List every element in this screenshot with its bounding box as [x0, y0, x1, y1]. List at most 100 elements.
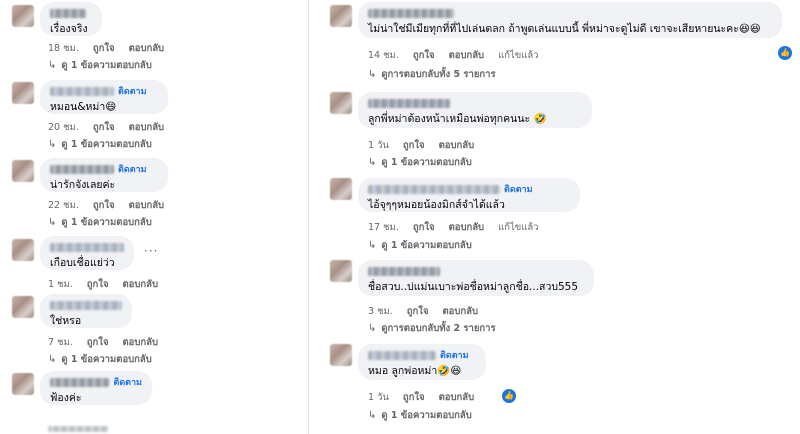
view-replies-link[interactable]: ↳ ดู 1 ข้อความตอบกลับ: [368, 408, 472, 423]
like-button[interactable]: ถูกใจ: [413, 220, 435, 235]
avatar[interactable]: [330, 178, 352, 200]
view-replies-link[interactable]: ↳ ดู 1 ข้อความตอบกลับ: [48, 352, 152, 367]
comment-time[interactable]: 1 วัน: [368, 390, 389, 405]
view-replies-label: ดู 1 ข้อความตอบกลับ: [61, 217, 152, 228]
reply-arrow-icon: ↳: [48, 60, 57, 71]
author-name[interactable]: [50, 8, 86, 18]
like-button[interactable]: ถูกใจ: [93, 198, 115, 213]
comment-time[interactable]: 22 ชม.: [48, 198, 79, 213]
reply-arrow-icon: ↳: [368, 69, 377, 80]
reply-button[interactable]: ตอบกลับ: [129, 41, 165, 56]
follow-button[interactable]: ติดตาม: [118, 162, 147, 176]
view-replies-label: ดู 1 ข้อความตอบกลับ: [61, 60, 152, 71]
like-reaction-icon[interactable]: 👍: [778, 46, 792, 60]
like-reaction-icon[interactable]: 👍: [502, 389, 516, 403]
view-replies-link[interactable]: ↳ ดู 1 ข้อความตอบกลับ: [48, 58, 152, 73]
view-replies-link[interactable]: ↳ ดู 1 ข้อความตอบกลับ: [368, 238, 472, 253]
comment-text: ไม่น่าใช่มีเมียทุกที่ที่ไปเล่นตลก ถ้าพูด…: [368, 23, 761, 35]
left-comment-column: เรื่องจริง 18 ชม. ถูกใจ ตอบกลับ ↳ ดู 1 ข…: [0, 0, 300, 434]
like-button[interactable]: ถูกใจ: [93, 120, 115, 135]
reply-button[interactable]: ตอบกลับ: [123, 277, 159, 292]
more-options-icon[interactable]: ···: [144, 244, 158, 258]
view-replies-link[interactable]: ↳ ดูการตอบกลับทั้ง 5 รายการ: [368, 67, 496, 82]
reply-button[interactable]: ตอบกลับ: [129, 198, 165, 213]
reply-arrow-icon: ↳: [48, 217, 57, 228]
reply-button[interactable]: ตอบกลับ: [449, 48, 485, 63]
comment-text: เรื่องจริง: [50, 23, 88, 35]
comment-time[interactable]: 3 ชม.: [368, 304, 393, 319]
like-button[interactable]: ถูกใจ: [403, 138, 425, 153]
author-name[interactable]: [368, 98, 450, 108]
author-name[interactable]: [368, 350, 436, 360]
comment-time[interactable]: 18 ชม.: [48, 41, 79, 56]
reply-button[interactable]: ตอบกลับ: [449, 220, 485, 235]
view-replies-label: ดู 1 ข้อความตอบกลับ: [381, 157, 472, 168]
avatar[interactable]: [12, 373, 34, 395]
follow-button[interactable]: ติดตาม: [113, 375, 142, 389]
comment-bubble: ติดตาม หมอ ลูกพ่อหม่า🤣😆: [358, 344, 486, 380]
like-button[interactable]: ถูกใจ: [87, 335, 109, 350]
view-replies-link[interactable]: ↳ ดูการตอบกลับทั้ง 2 รายการ: [368, 321, 496, 336]
like-button[interactable]: ถูกใจ: [413, 48, 435, 63]
author-name[interactable]: [50, 300, 122, 310]
author-name[interactable]: [368, 266, 440, 276]
avatar[interactable]: [330, 92, 352, 114]
avatar[interactable]: [12, 239, 34, 261]
comment-bubble: ไม่น่าใช่มีเมียทุกที่ที่ไปเล่นตลก ถ้าพูด…: [358, 2, 782, 38]
follow-button[interactable]: ติดตาม: [440, 348, 469, 362]
comment-time[interactable]: 1 วัน: [368, 138, 389, 153]
view-replies-label: ดู 1 ข้อความตอบกลับ: [381, 240, 472, 251]
view-replies-link[interactable]: ↳ ดู 1 ข้อความตอบกลับ: [48, 137, 152, 152]
like-button[interactable]: ถูกใจ: [403, 390, 425, 405]
reply-button[interactable]: ตอบกลับ: [439, 138, 475, 153]
like-button[interactable]: ถูกใจ: [407, 304, 429, 319]
view-replies-label: ดู 1 ข้อความตอบกลับ: [61, 139, 152, 150]
reply-button[interactable]: ตอบกลับ: [439, 390, 475, 405]
comment-text: เกือบเชื่อแย่ว่ว: [50, 257, 115, 269]
comment-bubble: ติดตาม ไอ้จุๆๆหมอยน้องมิกส์จำได้แล้ว: [358, 178, 580, 212]
follow-button[interactable]: ติดตาม: [504, 182, 533, 196]
comment-time[interactable]: 1 ชม.: [48, 277, 73, 292]
avatar[interactable]: [12, 82, 34, 104]
author-name[interactable]: [368, 184, 500, 194]
comment-text: หมอ ลูกพ่อหม่า🤣😆: [368, 365, 462, 377]
comment-time[interactable]: 14 ชม.: [368, 48, 399, 63]
like-button[interactable]: ถูกใจ: [87, 277, 109, 292]
avatar[interactable]: [330, 344, 352, 366]
comment-text: น่ารักจังเลยค่ะ: [50, 179, 116, 191]
reply-button[interactable]: ตอบกลับ: [443, 304, 479, 319]
comment-bubble: ติดตาม ฟ้องค่ะ: [40, 371, 152, 405]
follow-button[interactable]: ติดตาม: [118, 84, 147, 98]
view-replies-label: ดูการตอบกลับทั้ง 2 รายการ: [381, 323, 496, 334]
avatar[interactable]: [12, 296, 34, 318]
comment-bubble: เกือบเชื่อแย่ว่ว: [40, 236, 134, 270]
author-name[interactable]: [368, 8, 454, 18]
comment-text: ใช่หรอ: [50, 315, 82, 327]
cut-off-meta: [48, 426, 108, 432]
comment-text: ชื่อสวบ..บ่แม่นเบาะพ่อชื่อหม่าลูกชื่อ...…: [368, 281, 579, 293]
reply-arrow-icon: ↳: [48, 354, 57, 365]
reply-button[interactable]: ตอบกลับ: [123, 335, 159, 350]
view-replies-label: ดูการตอบกลับทั้ง 5 รายการ: [381, 69, 496, 80]
comment-time[interactable]: 20 ชม.: [48, 120, 79, 135]
avatar[interactable]: [12, 160, 34, 182]
author-name[interactable]: [50, 242, 124, 252]
reply-button[interactable]: ตอบกลับ: [129, 120, 165, 135]
view-replies-label: ดู 1 ข้อความตอบกลับ: [61, 354, 152, 365]
comment-time[interactable]: 17 ชม.: [368, 220, 399, 235]
avatar[interactable]: [12, 5, 34, 27]
view-replies-link[interactable]: ↳ ดู 1 ข้อความตอบกลับ: [368, 155, 472, 170]
like-button[interactable]: ถูกใจ: [93, 41, 115, 56]
comment-time[interactable]: 7 ชม.: [48, 335, 73, 350]
author-name[interactable]: [50, 164, 114, 174]
author-name[interactable]: [50, 377, 110, 387]
view-replies-link[interactable]: ↳ ดู 1 ข้อความตอบกลับ: [48, 215, 152, 230]
author-name[interactable]: [50, 86, 114, 96]
right-comment-column: ไม่น่าใช่มีเมียทุกที่ที่ไปเล่นตลก ถ้าพูด…: [318, 0, 800, 434]
reply-arrow-icon: ↳: [368, 323, 377, 334]
avatar[interactable]: [330, 260, 352, 282]
avatar[interactable]: [330, 5, 352, 27]
comment-bubble: ติดตาม น่ารักจังเลยค่ะ: [40, 158, 168, 192]
cut-off-actions: [48, 426, 108, 432]
reply-arrow-icon: ↳: [48, 139, 57, 150]
